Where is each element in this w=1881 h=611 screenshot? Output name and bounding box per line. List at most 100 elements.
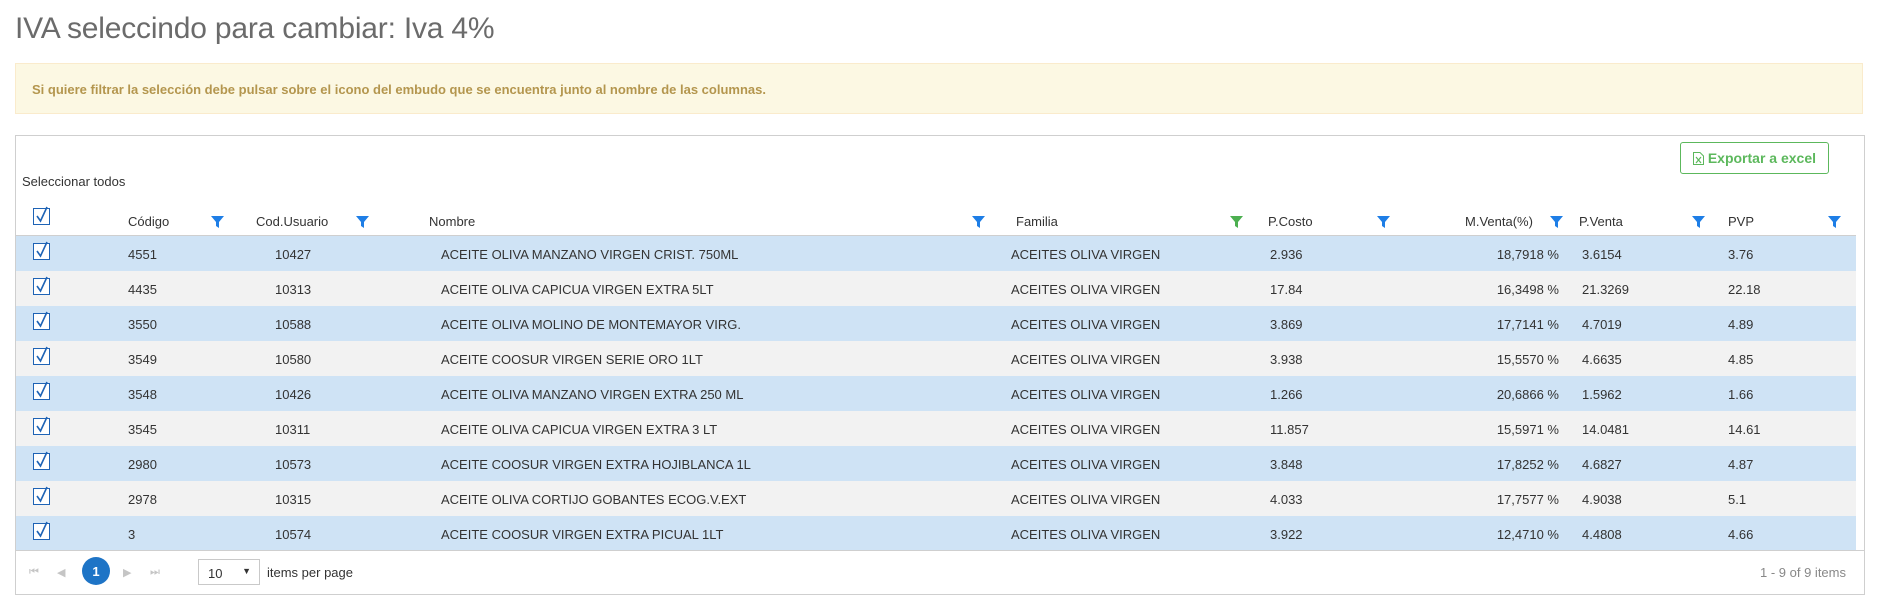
filter-funnel-icon-nombre[interactable] xyxy=(972,216,985,228)
cell-pvp: 3.76 xyxy=(1728,247,1754,262)
row-checkbox[interactable] xyxy=(33,311,50,330)
cell-codigo: 2978 xyxy=(128,492,157,507)
column-header-pvp[interactable]: PVP xyxy=(1728,214,1754,229)
cell-p-costo: 2.936 xyxy=(1270,247,1303,262)
cell-p-venta: 21.3269 xyxy=(1582,282,1629,297)
page-title: IVA seleccindo para cambiar: Iva 4% xyxy=(15,12,495,45)
first-page-icon[interactable]: ⏮ xyxy=(29,566,39,579)
page-1-button[interactable]: 1 xyxy=(82,557,110,585)
row-checkbox[interactable] xyxy=(33,486,50,505)
column-header-m-venta[interactable]: M.Venta(%) xyxy=(1465,214,1533,229)
cell-p-venta: 4.4808 xyxy=(1582,527,1622,542)
row-checkbox[interactable] xyxy=(33,416,50,435)
filter-funnel-icon-codigo[interactable] xyxy=(211,216,224,228)
cell-m-venta: 18,7918 % xyxy=(1496,247,1559,262)
row-checkbox[interactable] xyxy=(33,276,50,295)
cell-p-costo: 3.848 xyxy=(1270,457,1303,472)
row-checkbox[interactable] xyxy=(33,346,50,365)
pager-info: 1 - 9 of 9 items xyxy=(1760,565,1846,580)
select-all-label: Seleccionar todos xyxy=(22,174,126,189)
export-excel-button[interactable]: Exportar a excel xyxy=(1679,142,1829,174)
cell-p-costo: 11.857 xyxy=(1270,422,1309,437)
table-row[interactable]: 4435 10313 ACEITE OLIVA CAPICUA VIRGEN E… xyxy=(16,271,1856,306)
cell-codigo: 3545 xyxy=(128,422,157,437)
caret-down-icon: ▼ xyxy=(242,566,251,576)
cell-pvp: 4.66 xyxy=(1728,527,1754,542)
cell-nombre: ACEITE OLIVA MOLINO DE MONTEMAYOR VIRG. xyxy=(441,317,742,332)
table-row[interactable]: 3545 10311 ACEITE OLIVA CAPICUA VIRGEN E… xyxy=(16,411,1856,446)
column-header-p-venta[interactable]: P.Venta xyxy=(1579,214,1623,229)
cell-p-venta: 4.6635 xyxy=(1582,352,1622,367)
cell-cod-usuario: 10580 xyxy=(275,352,312,367)
row-checkbox[interactable] xyxy=(33,381,50,400)
cell-cod-usuario: 10311 xyxy=(275,422,311,437)
column-header-familia[interactable]: Familia xyxy=(1016,214,1058,229)
cell-pvp: 5.1 xyxy=(1728,492,1747,507)
cell-p-costo: 17.84 xyxy=(1270,282,1303,297)
cell-p-venta: 4.7019 xyxy=(1582,317,1622,332)
cell-familia: ACEITES OLIVA VIRGEN xyxy=(1011,422,1161,437)
filter-funnel-icon-familia[interactable] xyxy=(1230,216,1243,228)
table-row[interactable]: 4551 10427 ACEITE OLIVA MANZANO VIRGEN C… xyxy=(16,236,1856,271)
cell-m-venta: 16,3498 % xyxy=(1496,282,1559,297)
table-row[interactable]: 3550 10588 ACEITE OLIVA MOLINO DE MONTEM… xyxy=(16,306,1856,341)
cell-codigo: 4435 xyxy=(128,282,157,297)
cell-familia: ACEITES OLIVA VIRGEN xyxy=(1011,247,1161,262)
checkmark-icon xyxy=(36,381,48,398)
cell-cod-usuario: 10313 xyxy=(275,282,312,297)
cell-m-venta: 20,6866 % xyxy=(1496,387,1559,402)
cell-p-venta: 4.6827 xyxy=(1582,457,1622,472)
filter-funnel-icon-p-venta[interactable] xyxy=(1692,216,1705,228)
filter-hint-alert: Si quiere filtrar la selección debe puls… xyxy=(15,63,1863,114)
cell-nombre: ACEITE COOSUR VIRGEN EXTRA PICUAL 1LT xyxy=(441,527,724,542)
filter-funnel-icon-p-costo[interactable] xyxy=(1377,216,1390,228)
cell-familia: ACEITES OLIVA VIRGEN xyxy=(1011,492,1161,507)
last-page-icon[interactable]: ⏭ xyxy=(150,566,160,579)
cell-codigo: 3548 xyxy=(128,387,157,402)
grid-header: Código Cod.Usuario Nombre Familia P.Cost… xyxy=(16,202,1856,236)
row-checkbox[interactable] xyxy=(33,521,50,540)
cell-m-venta: 12,4710 % xyxy=(1496,527,1559,542)
cell-nombre: ACEITE COOSUR VIRGEN SERIE ORO 1LT xyxy=(441,352,703,367)
cell-codigo: 3550 xyxy=(128,317,157,332)
cell-m-venta: 17,7141 % xyxy=(1496,317,1559,332)
cell-familia: ACEITES OLIVA VIRGEN xyxy=(1011,457,1161,472)
cell-cod-usuario: 10315 xyxy=(275,492,312,507)
cell-familia: ACEITES OLIVA VIRGEN xyxy=(1011,282,1161,297)
cell-p-costo: 1.266 xyxy=(1270,387,1303,402)
cell-familia: ACEITES OLIVA VIRGEN xyxy=(1011,352,1161,367)
column-header-nombre[interactable]: Nombre xyxy=(429,214,475,229)
cell-nombre: ACEITE OLIVA CAPICUA VIRGEN EXTRA 3 LT xyxy=(441,422,718,437)
next-page-icon[interactable]: ▶ xyxy=(123,566,131,579)
cell-p-venta: 1.5962 xyxy=(1582,387,1622,402)
column-header-cod-usuario[interactable]: Cod.Usuario xyxy=(256,214,328,229)
checkmark-icon xyxy=(36,241,48,258)
table-row[interactable]: 2978 10315 ACEITE OLIVA CORTIJO GOBANTES… xyxy=(16,481,1856,516)
cell-p-costo: 3.922 xyxy=(1270,527,1303,542)
page-size-value: 10 xyxy=(208,566,223,581)
cell-nombre: ACEITE OLIVA CORTIJO GOBANTES ECOG.V.EXT xyxy=(441,492,747,507)
checkmark-icon xyxy=(36,416,48,433)
table-row[interactable]: 3549 10580 ACEITE COOSUR VIRGEN SERIE OR… xyxy=(16,341,1856,376)
prev-page-icon[interactable]: ◀ xyxy=(57,566,65,579)
table-row[interactable]: 3548 10426 ACEITE OLIVA MANZANO VIRGEN E… xyxy=(16,376,1856,411)
cell-cod-usuario: 10427 xyxy=(275,247,312,262)
cell-nombre: ACEITE OLIVA MANZANO VIRGEN CRIST. 750ML xyxy=(441,247,739,262)
cell-p-costo: 3.869 xyxy=(1270,317,1303,332)
checkmark-icon xyxy=(36,521,48,538)
table-row[interactable]: 2980 10573 ACEITE COOSUR VIRGEN EXTRA HO… xyxy=(16,446,1856,481)
products-grid: Exportar a excel Seleccionar todos Códig… xyxy=(15,135,1865,595)
filter-funnel-icon-pvp[interactable] xyxy=(1828,216,1841,228)
column-header-p-costo[interactable]: P.Costo xyxy=(1268,214,1313,229)
cell-m-venta: 17,7577 % xyxy=(1496,492,1559,507)
column-header-codigo[interactable]: Código xyxy=(128,214,169,229)
row-checkbox[interactable] xyxy=(33,451,50,470)
alert-text: Si quiere filtrar la selección debe puls… xyxy=(32,82,766,97)
table-row[interactable]: 3 10574 ACEITE COOSUR VIRGEN EXTRA PICUA… xyxy=(16,516,1856,551)
select-all-checkbox[interactable] xyxy=(33,206,50,225)
cell-familia: ACEITES OLIVA VIRGEN xyxy=(1011,387,1161,402)
filter-funnel-icon-cod-usuario[interactable] xyxy=(356,216,369,228)
filter-funnel-icon-m-venta[interactable] xyxy=(1550,216,1563,228)
row-checkbox[interactable] xyxy=(33,241,50,260)
page-size-select[interactable]: 10 ▼ xyxy=(198,559,260,585)
